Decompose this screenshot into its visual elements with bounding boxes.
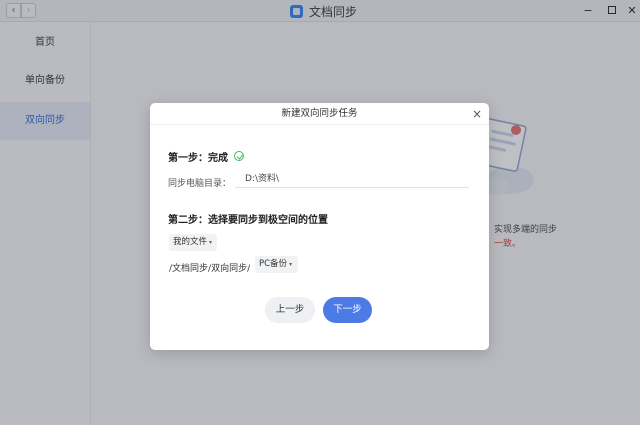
next-step-button[interactable]: 下一步 <box>323 297 372 323</box>
target-path-prefix: /文档同步/双向同步/ <box>169 264 251 274</box>
local-dir-label: 同步电脑目录： <box>168 179 232 189</box>
dialog-title: 新建双向同步任务 <box>150 103 489 125</box>
caret-down-icon: ▾ <box>289 261 293 268</box>
step1-heading: 第一步：完成 <box>168 149 244 164</box>
dialog-close-button[interactable]: × <box>471 108 483 120</box>
check-circle-icon <box>234 151 244 161</box>
location-dropdown-value: 我的文件 <box>173 237 208 247</box>
close-icon: × <box>471 107 483 121</box>
new-sync-task-dialog: 新建双向同步任务 × 第一步：完成 同步电脑目录： D:\资料\ 第二步：选择要… <box>150 103 489 350</box>
step1-title: 第一步：完成 <box>168 152 228 164</box>
folder-dropdown[interactable]: PC备份 ▾ <box>255 256 298 273</box>
caret-down-icon: ▾ <box>209 239 213 246</box>
local-dir-field: D:\资料\ <box>235 173 469 188</box>
folder-dropdown-value: PC备份 <box>259 259 288 269</box>
location-dropdown[interactable]: 我的文件 ▾ <box>169 234 217 251</box>
previous-step-button[interactable]: 上一步 <box>265 297 315 323</box>
step2-title: 第二步：选择要同步到极空间的位置 <box>168 215 328 226</box>
